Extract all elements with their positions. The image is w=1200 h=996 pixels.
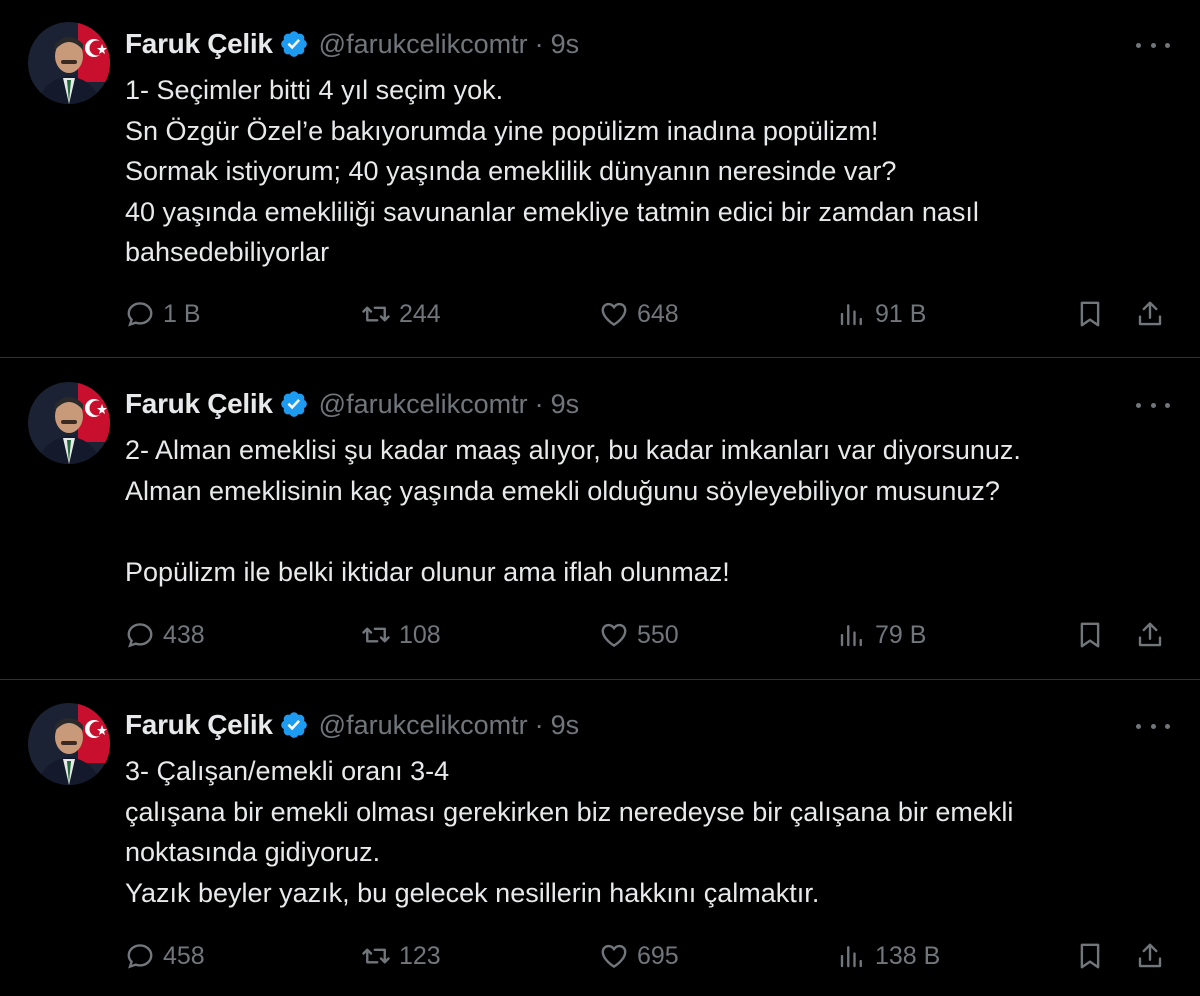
like-button[interactable]: 695 xyxy=(599,936,679,976)
verified-badge-icon xyxy=(280,391,307,417)
like-count: 648 xyxy=(637,299,679,328)
bookmark-button[interactable] xyxy=(1075,294,1113,334)
tweet[interactable]: Faruk Çelik @farukcelikcomtr · 9s 1- Seç… xyxy=(0,0,1200,328)
author-name[interactable]: Faruk Çelik xyxy=(125,709,273,741)
tweet-text-line: Sormak istiyorum; 40 yaşında emeklilik d… xyxy=(125,156,897,186)
tweet-text-line: 1- Seçimler bitti 4 yıl seçim yok. xyxy=(125,75,504,105)
bookmark-icon xyxy=(1080,943,1100,969)
share-icon xyxy=(1138,301,1162,326)
author-name[interactable]: Faruk Çelik xyxy=(125,28,273,60)
author-name[interactable]: Faruk Çelik xyxy=(125,388,273,420)
tweet-text-line: 2- Alman emeklisi şu kadar maaş alıyor, … xyxy=(125,435,1021,465)
tweet-text-line: Popülizm ile belki iktidar olunur ama if… xyxy=(125,556,730,587)
retweet-icon xyxy=(362,948,390,964)
retweet-button[interactable]: 123 xyxy=(361,936,441,976)
reply-button[interactable]: 438 xyxy=(125,615,205,655)
tweet-actions: 438 108 550 79 B xyxy=(125,615,1175,655)
retweet-button[interactable]: 244 xyxy=(361,294,441,334)
tweet-text-line: 3- Çalışan/emekli oranı 3-4 xyxy=(125,756,450,786)
tweet-text-line: Alman emeklisinin kaç yaşında emekli old… xyxy=(125,475,1000,506)
more-icon[interactable] xyxy=(1136,32,1170,58)
timestamp[interactable]: 9s xyxy=(551,389,580,420)
more-icon[interactable] xyxy=(1136,713,1170,739)
bookmark-button[interactable] xyxy=(1075,615,1113,655)
bookmark-button[interactable] xyxy=(1075,936,1113,976)
tweet-text: 1- Seçimler bitti 4 yıl seçim yok. Sn Öz… xyxy=(125,70,1175,273)
author-handle[interactable]: @farukcelikcomtr xyxy=(319,389,528,420)
reply-count: 438 xyxy=(163,620,205,649)
tweet-text-line xyxy=(125,511,1175,552)
views-count: 138 B xyxy=(875,941,941,970)
verified-badge-icon xyxy=(280,31,307,57)
share-button[interactable] xyxy=(1135,615,1173,655)
tweet-header: Faruk Çelik @farukcelikcomtr · 9s xyxy=(125,705,579,745)
views-count: 79 B xyxy=(875,620,927,649)
retweet-count: 244 xyxy=(399,299,441,328)
share-icon xyxy=(1138,622,1162,647)
like-count: 550 xyxy=(637,620,679,649)
verified-badge-icon xyxy=(280,712,307,738)
tweet[interactable]: Faruk Çelik @farukcelikcomtr · 9s 3- Çal… xyxy=(0,681,1200,996)
tweet[interactable]: Faruk Çelik @farukcelikcomtr · 9s 2- Alm… xyxy=(0,360,1200,681)
tweet-text: 2- Alman emeklisi şu kadar maaş alıyor, … xyxy=(125,430,1175,592)
like-icon xyxy=(601,944,627,969)
reply-count: 458 xyxy=(163,941,205,970)
retweet-button[interactable]: 108 xyxy=(361,615,441,655)
reply-icon xyxy=(127,944,153,969)
more-icon[interactable] xyxy=(1136,392,1170,418)
like-icon xyxy=(601,302,627,327)
views-icon xyxy=(840,946,862,968)
reply-icon xyxy=(127,302,153,327)
tweet-actions: 1 B 244 648 91 B xyxy=(125,294,1175,334)
separator-dot: · xyxy=(534,28,544,59)
bookmark-icon xyxy=(1080,622,1100,648)
like-count: 695 xyxy=(637,941,679,970)
tweet-text-line: noktasında gidiyoruz. xyxy=(125,837,381,867)
tweet-divider xyxy=(0,357,1200,358)
reply-button[interactable]: 458 xyxy=(125,936,205,976)
retweet-count: 108 xyxy=(399,620,441,649)
timeline: Faruk Çelik @farukcelikcomtr · 9s 1- Seç… xyxy=(0,0,1200,996)
tweet-header: Faruk Çelik @farukcelikcomtr · 9s xyxy=(125,24,579,64)
share-button[interactable] xyxy=(1135,294,1173,334)
tweet-text-line: 40 yaşında emekliliği savunanlar emekliy… xyxy=(125,196,979,227)
views-button[interactable]: 138 B xyxy=(837,936,940,976)
views-button[interactable]: 91 B xyxy=(837,294,926,334)
author-handle[interactable]: @farukcelikcomtr xyxy=(319,29,528,60)
views-button[interactable]: 79 B xyxy=(837,615,926,655)
author-handle[interactable]: @farukcelikcomtr xyxy=(319,710,528,741)
reply-icon xyxy=(127,623,153,648)
bookmark-icon xyxy=(1080,301,1100,327)
avatar[interactable] xyxy=(28,382,110,464)
like-button[interactable]: 648 xyxy=(599,294,679,334)
views-icon xyxy=(840,304,862,326)
tweet-text-line: Yazık beyler yazık, bu gelecek nesilleri… xyxy=(125,877,820,908)
tweet-header: Faruk Çelik @farukcelikcomtr · 9s xyxy=(125,384,579,424)
retweet-count: 123 xyxy=(399,941,441,970)
tweet-divider xyxy=(0,679,1200,680)
tweet-actions: 458 123 695 138 B xyxy=(125,936,1175,976)
reply-button[interactable]: 1 B xyxy=(125,294,201,334)
timestamp[interactable]: 9s xyxy=(551,710,580,741)
avatar[interactable] xyxy=(28,22,110,104)
tweet-text-line: çalışana bir emekli olması gerekirken bi… xyxy=(125,796,1014,827)
like-button[interactable]: 550 xyxy=(599,615,679,655)
avatar[interactable] xyxy=(28,703,110,785)
share-icon xyxy=(1138,943,1162,968)
views-icon xyxy=(840,625,862,647)
share-button[interactable] xyxy=(1135,936,1173,976)
views-count: 91 B xyxy=(875,299,927,328)
reply-count: 1 B xyxy=(163,299,201,328)
retweet-icon xyxy=(362,627,390,643)
retweet-icon xyxy=(362,306,390,322)
tweet-text-line: bahsedebiliyorlar xyxy=(125,237,330,267)
tweet-text-line: Sn Özgür Özel’e bakıyorumda yine popüliz… xyxy=(125,115,879,146)
separator-dot: · xyxy=(534,709,544,740)
tweet-text: 3- Çalışan/emekli oranı 3-4 çalışana bir… xyxy=(125,751,1175,913)
timestamp[interactable]: 9s xyxy=(551,29,580,60)
like-icon xyxy=(601,623,627,648)
separator-dot: · xyxy=(534,388,544,419)
